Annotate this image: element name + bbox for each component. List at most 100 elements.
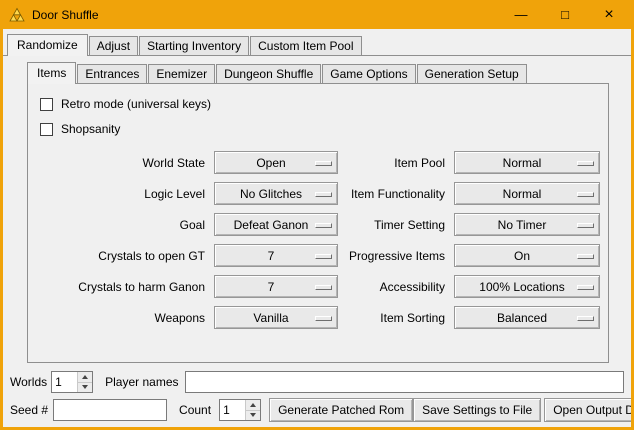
dropdown-crystals-open-gt[interactable]: 7 (214, 244, 338, 267)
window-title: Door Shuffle (32, 8, 99, 22)
worlds-input[interactable] (52, 372, 77, 392)
player-names-label: Player names (105, 375, 178, 389)
retro-mode-checkbox[interactable]: Retro mode (universal keys) (40, 94, 598, 114)
dropdown-indicator-icon (315, 254, 332, 259)
label-accessibility: Accessibility (338, 280, 454, 294)
seed-row: Seed # Count Generate Patched Rom Save S… (10, 398, 624, 422)
tab-adjust[interactable]: Adjust (89, 36, 138, 55)
maximize-icon[interactable]: □ (543, 0, 587, 29)
spinner-buttons (245, 400, 260, 420)
checkbox-icon[interactable] (40, 98, 53, 111)
tab-generation-setup[interactable]: Generation Setup (417, 64, 527, 83)
dropdown-indicator-icon (315, 223, 332, 228)
worlds-row: Worlds Player names (10, 370, 624, 394)
dropdown-indicator-icon (577, 161, 594, 166)
tab-items[interactable]: Items (27, 62, 76, 84)
dropdown-goal[interactable]: Defeat Ganon (214, 213, 338, 236)
tab-game-options[interactable]: Game Options (322, 64, 415, 83)
dropdown-value: Normal (503, 187, 552, 201)
dropdown-indicator-icon (577, 316, 594, 321)
save-settings-button[interactable]: Save Settings to File (413, 398, 541, 422)
seed-input[interactable] (53, 399, 167, 421)
tab-enemizer[interactable]: Enemizer (148, 64, 215, 83)
dropdown-value: 7 (268, 280, 285, 294)
dropdown-value: Defeat Ganon (234, 218, 319, 232)
tab-dungeon-shuffle[interactable]: Dungeon Shuffle (216, 64, 321, 83)
label-item-functionality: Item Functionality (338, 187, 454, 201)
dropdown-world-state[interactable]: Open (214, 151, 338, 174)
app-icon (9, 7, 25, 23)
label-logic-level: Logic Level (38, 187, 214, 201)
dropdown-logic-level[interactable]: No Glitches (214, 182, 338, 205)
dropdown-value: Vanilla (253, 311, 298, 325)
worlds-spinner[interactable] (51, 371, 93, 393)
randomize-panel: Items Entrances Enemizer Dungeon Shuffle… (3, 55, 631, 366)
secondary-tab-bar: Items Entrances Enemizer Dungeon Shuffle… (3, 56, 631, 83)
tab-entrances[interactable]: Entrances (77, 64, 147, 83)
dropdown-indicator-icon (315, 285, 332, 290)
count-label: Count (179, 403, 211, 417)
dropdown-indicator-icon (577, 223, 594, 228)
close-icon[interactable]: × (587, 0, 631, 29)
caption-buttons: — □ × (499, 0, 631, 29)
dropdown-indicator-icon (577, 254, 594, 259)
dropdown-item-pool[interactable]: Normal (454, 151, 600, 174)
shopsanity-label: Shopsanity (61, 122, 120, 136)
seed-label: Seed # (10, 403, 48, 417)
count-spinner[interactable] (219, 399, 261, 421)
dropdown-value: 100% Locations (479, 280, 574, 294)
minimize-icon[interactable]: — (499, 0, 543, 29)
spin-down-icon[interactable] (246, 410, 260, 421)
dropdown-progressive-items[interactable]: On (454, 244, 600, 267)
primary-tab-bar: Randomize Adjust Starting Inventory Cust… (3, 29, 631, 55)
label-goal: Goal (38, 218, 214, 232)
window-content: Randomize Adjust Starting Inventory Cust… (3, 29, 631, 427)
dropdown-item-sorting[interactable]: Balanced (454, 306, 600, 329)
player-names-input[interactable] (185, 371, 625, 393)
dropdown-indicator-icon (577, 285, 594, 290)
generate-patched-rom-button[interactable]: Generate Patched Rom (269, 398, 413, 422)
dropdown-accessibility[interactable]: 100% Locations (454, 275, 600, 298)
dropdown-indicator-icon (315, 192, 332, 197)
label-weapons: Weapons (38, 311, 214, 325)
dropdown-value: Balanced (497, 311, 557, 325)
label-item-sorting: Item Sorting (338, 311, 454, 325)
items-panel: Retro mode (universal keys) Shopsanity W… (27, 83, 609, 363)
dropdown-value: Normal (503, 156, 552, 170)
dropdown-value: On (514, 249, 540, 263)
spin-up-icon[interactable] (246, 400, 260, 410)
dropdown-indicator-icon (315, 316, 332, 321)
label-timer-setting: Timer Setting (338, 218, 454, 232)
label-progressive-items: Progressive Items (338, 249, 454, 263)
tab-randomize[interactable]: Randomize (7, 34, 88, 56)
spinner-buttons (77, 372, 92, 392)
tab-starting-inventory[interactable]: Starting Inventory (139, 36, 249, 55)
titlebar: Door Shuffle — □ × (3, 0, 631, 29)
options-grid: World State Open Item Pool Normal Logic … (38, 151, 598, 329)
dropdown-crystals-harm-ganon[interactable]: 7 (214, 275, 338, 298)
label-world-state: World State (38, 156, 214, 170)
open-output-directory-button[interactable]: Open Output Directory (544, 398, 631, 422)
dropdown-value: 7 (268, 249, 285, 263)
window: Door Shuffle — □ × Randomize Adjust Star… (0, 0, 634, 430)
label-crystals-harm-ganon: Crystals to harm Ganon (38, 280, 214, 294)
checkbox-icon[interactable] (40, 123, 53, 136)
tab-custom-item-pool[interactable]: Custom Item Pool (250, 36, 361, 55)
worlds-label: Worlds (10, 375, 47, 389)
label-crystals-open-gt: Crystals to open GT (38, 249, 214, 263)
spin-up-icon[interactable] (78, 372, 92, 382)
shopsanity-checkbox[interactable]: Shopsanity (40, 119, 598, 139)
dropdown-indicator-icon (577, 192, 594, 197)
spin-down-icon[interactable] (78, 382, 92, 393)
dropdown-value: No Glitches (240, 187, 312, 201)
dropdown-weapons[interactable]: Vanilla (214, 306, 338, 329)
dropdown-value: No Timer (498, 218, 557, 232)
dropdown-value: Open (256, 156, 295, 170)
dropdown-item-functionality[interactable]: Normal (454, 182, 600, 205)
retro-mode-label: Retro mode (universal keys) (61, 97, 211, 111)
count-input[interactable] (220, 400, 245, 420)
dropdown-timer-setting[interactable]: No Timer (454, 213, 600, 236)
label-item-pool: Item Pool (338, 156, 454, 170)
dropdown-indicator-icon (315, 161, 332, 166)
bottom-bar: Worlds Player names Seed # Count (3, 366, 631, 427)
